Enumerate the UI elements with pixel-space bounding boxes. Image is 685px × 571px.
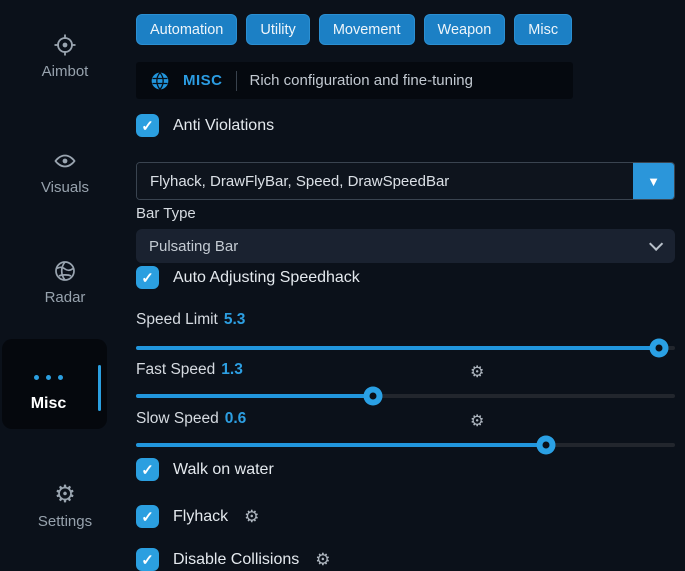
disable-collisions-row: ✓ Disable Collisions ⚙ xyxy=(136,548,331,571)
fast-speed-label: Fast Speed 1.3 xyxy=(136,361,243,379)
speed-limit-label: Speed Limit 5.3 xyxy=(136,311,245,329)
sidebar-item-label: Settings xyxy=(38,513,92,530)
tab-automation[interactable]: Automation xyxy=(136,14,237,45)
section-header: MISC Rich configuration and fine-tuning xyxy=(136,62,573,99)
gear-icon[interactable]: ⚙ xyxy=(244,507,259,527)
gear-icon[interactable]: ⚙ xyxy=(470,411,484,431)
bar-type-select[interactable]: Pulsating Bar xyxy=(136,229,675,263)
sidebar-item-aimbot[interactable]: Aimbot xyxy=(0,32,130,80)
flyhack-row: ✓ Flyhack ⚙ xyxy=(136,505,259,528)
slider-knob[interactable] xyxy=(536,436,555,455)
sidebar-item-label: Radar xyxy=(45,289,86,306)
section-subtitle: Rich configuration and fine-tuning xyxy=(250,72,473,89)
dropdown-button[interactable]: ▼ xyxy=(633,163,674,199)
flyhack-checkbox[interactable]: ✓ xyxy=(136,505,159,528)
globe-icon xyxy=(52,258,78,284)
slider-fill xyxy=(136,394,373,398)
slider-fill xyxy=(136,443,546,447)
check-icon: ✓ xyxy=(141,508,154,526)
anti-violations-row: ✓ Anti Violations xyxy=(136,114,274,137)
auto-adjusting-label: Auto Adjusting Speedhack xyxy=(173,269,360,287)
flyhack-label: Flyhack xyxy=(173,508,228,526)
slider-fill xyxy=(136,346,659,350)
sidebar-item-radar[interactable]: Radar xyxy=(0,258,130,306)
speed-limit-slider[interactable] xyxy=(136,339,675,357)
slider-label-text: Fast Speed xyxy=(136,361,215,378)
check-icon: ✓ xyxy=(141,461,154,479)
sidebar-item-visuals[interactable]: Visuals xyxy=(0,148,130,196)
dots-icon xyxy=(2,375,95,380)
walk-on-water-label: Walk on water xyxy=(173,461,274,479)
gear-icon: ⚙ xyxy=(52,482,78,508)
tab-misc[interactable]: Misc xyxy=(514,14,572,45)
divider xyxy=(236,71,237,91)
bar-type-value: Pulsating Bar xyxy=(149,238,238,255)
gear-icon[interactable]: ⚙ xyxy=(470,362,484,382)
walk-on-water-checkbox[interactable]: ✓ xyxy=(136,458,159,481)
sidebar-item-settings[interactable]: ⚙ Settings xyxy=(0,482,130,530)
auto-adjusting-checkbox[interactable]: ✓ xyxy=(136,266,159,289)
check-icon: ✓ xyxy=(141,551,154,569)
anti-violations-label: Anti Violations xyxy=(173,117,274,135)
disable-collisions-checkbox[interactable]: ✓ xyxy=(136,548,159,571)
tab-utility[interactable]: Utility xyxy=(246,14,309,45)
fast-speed-slider[interactable] xyxy=(136,387,675,405)
slow-speed-label: Slow Speed 0.6 xyxy=(136,410,246,428)
section-title: MISC xyxy=(183,72,223,89)
sidebar-item-misc-selected[interactable]: Misc xyxy=(2,339,107,429)
anti-violations-checkbox[interactable]: ✓ xyxy=(136,114,159,137)
bar-type-label: Bar Type xyxy=(136,205,196,222)
auto-adjusting-row: ✓ Auto Adjusting Speedhack xyxy=(136,266,360,289)
check-icon: ✓ xyxy=(141,117,154,135)
slow-speed-slider[interactable] xyxy=(136,436,675,454)
check-icon: ✓ xyxy=(141,269,154,287)
bars-multiselect: Flyhack, DrawFlyBar, Speed, DrawSpeedBar… xyxy=(136,162,675,200)
slider-label-text: Speed Limit xyxy=(136,311,218,328)
sidebar-item-label: Visuals xyxy=(41,179,89,196)
sidebar-item-label: Misc xyxy=(2,395,95,413)
chevron-down-icon xyxy=(649,237,663,251)
slider-label-text: Slow Speed xyxy=(136,410,219,427)
bars-multiselect-value[interactable]: Flyhack, DrawFlyBar, Speed, DrawSpeedBar xyxy=(137,163,633,199)
triangle-down-icon: ▼ xyxy=(647,174,660,189)
slider-knob[interactable] xyxy=(649,339,668,358)
slider-knob[interactable] xyxy=(364,387,383,406)
walk-on-water-row: ✓ Walk on water xyxy=(136,458,274,481)
tab-weapon[interactable]: Weapon xyxy=(424,14,506,45)
slider-value: 0.6 xyxy=(225,410,247,427)
eye-icon xyxy=(52,148,78,174)
slider-value: 5.3 xyxy=(224,311,246,328)
category-tabs: Automation Utility Movement Weapon Misc xyxy=(136,14,572,45)
sidebar-item-label: Aimbot xyxy=(42,63,89,80)
tab-movement[interactable]: Movement xyxy=(319,14,415,45)
disable-collisions-label: Disable Collisions xyxy=(173,551,299,569)
gear-icon[interactable]: ⚙ xyxy=(315,550,330,570)
crosshair-icon xyxy=(52,32,78,58)
slider-value: 1.3 xyxy=(221,361,243,378)
active-indicator-bar xyxy=(98,365,101,411)
globe-icon xyxy=(150,71,170,91)
